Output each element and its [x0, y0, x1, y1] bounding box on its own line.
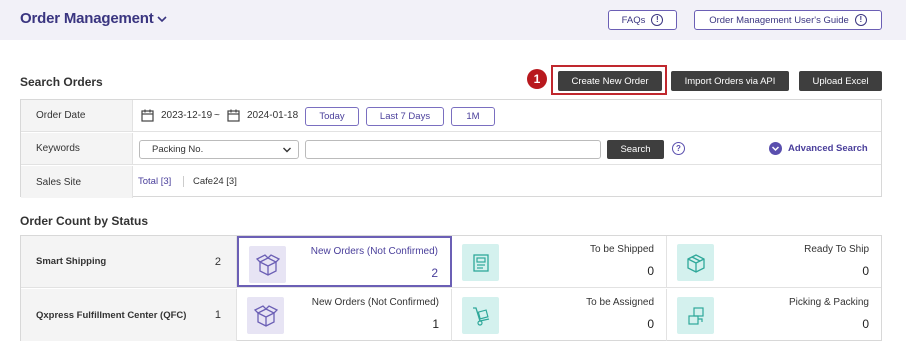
end-date[interactable]: 2024-01-18 — [247, 110, 298, 121]
calendar-icon[interactable] — [227, 109, 240, 122]
keywords-label: Keywords — [21, 133, 133, 164]
sales-site-total[interactable]: Total [3] — [138, 176, 171, 187]
user-guide-label: Order Management User's Guide — [709, 14, 849, 26]
page-header: Order Management FAQs ! Order Management… — [0, 0, 906, 40]
status-cell-new-orders[interactable]: New Orders (Not Confirmed) 1 — [237, 289, 452, 341]
status-row-label: Qxpress Fulfillment Center (QFC) 1 — [21, 289, 237, 341]
last-7-days-button[interactable]: Last 7 Days — [366, 107, 444, 126]
info-icon: ! — [651, 14, 664, 26]
advanced-search-toggle[interactable]: Advanced Search — [769, 142, 868, 155]
status-name: New Orders (Not Confirmed) — [310, 246, 438, 257]
status-count: 0 — [862, 317, 869, 331]
help-icon[interactable]: ? — [672, 142, 685, 155]
page-title: Order Management — [20, 10, 154, 27]
sales-site-row: Sales Site Total [3] Cafe24 [3] — [21, 166, 881, 198]
status-name: New Orders (Not Confirmed) — [311, 297, 439, 308]
status-row-qfc: Qxpress Fulfillment Center (QFC) 1 New O… — [21, 289, 881, 341]
package-icon — [677, 244, 714, 281]
order-date-label: Order Date — [21, 100, 133, 131]
status-cell-to-be-shipped[interactable]: To be Shipped 0 — [452, 236, 667, 287]
today-button[interactable]: Today — [305, 107, 359, 126]
open-box-icon — [249, 246, 286, 283]
order-date-row: Order Date 2023-12-19 ~ 2024-01-18 Today… — [21, 100, 881, 132]
one-month-button[interactable]: 1M — [451, 107, 495, 126]
status-count: 2 — [431, 266, 438, 280]
order-count-title: Order Count by Status — [20, 214, 149, 228]
status-count: 0 — [647, 317, 654, 331]
search-orders-title: Search Orders — [20, 75, 103, 89]
create-new-order-button[interactable]: Create New Order — [558, 71, 662, 91]
user-guide-button[interactable]: Order Management User's Guide ! — [694, 10, 882, 30]
status-name: Picking & Packing — [788, 297, 869, 308]
keyword-type-select[interactable]: Packing No. — [139, 140, 299, 159]
import-orders-api-button[interactable]: Import Orders via API — [671, 71, 789, 91]
status-row-label: Smart Shipping 2 — [21, 236, 237, 287]
status-name: To be Assigned — [586, 297, 654, 308]
status-cell-ready-to-ship[interactable]: Ready To Ship 0 — [667, 236, 881, 287]
status-cell-picking-packing[interactable]: Picking & Packing 0 — [667, 289, 881, 341]
status-row-smart-shipping: Smart Shipping 2 New Orders (Not Confirm… — [21, 236, 881, 288]
open-box-icon — [247, 297, 284, 334]
keyword-input[interactable] — [305, 140, 601, 159]
shipping-label-icon — [462, 244, 499, 281]
picking-boxes-icon — [677, 297, 714, 334]
status-name: Ready To Ship — [804, 244, 869, 255]
sales-site-label: Sales Site — [21, 166, 133, 198]
status-count: 0 — [647, 264, 654, 278]
step-badge: 1 — [527, 69, 547, 89]
search-button[interactable]: Search — [607, 140, 664, 159]
faqs-button[interactable]: FAQs ! — [608, 10, 677, 30]
sales-site-cafe24[interactable]: Cafe24 [3] — [193, 176, 237, 187]
keywords-row: Keywords Packing No. Search ? Advanced S… — [21, 133, 881, 165]
hand-truck-icon — [462, 297, 499, 334]
row-count: 1 — [214, 309, 221, 321]
status-cell-new-orders[interactable]: New Orders (Not Confirmed) 2 — [237, 236, 452, 287]
row-label-text: Qxpress Fulfillment Center (QFC) — [36, 309, 187, 321]
date-separator: ~ — [214, 110, 220, 121]
chevron-down-circle-icon — [769, 142, 782, 155]
status-name: To be Shipped — [590, 244, 654, 255]
faqs-label: FAQs — [621, 14, 646, 26]
status-count: 1 — [432, 317, 439, 331]
advanced-search-label: Advanced Search — [788, 143, 868, 154]
start-date[interactable]: 2023-12-19 — [161, 110, 212, 121]
keyword-type-value: Packing No. — [152, 144, 204, 155]
search-form: Order Date 2023-12-19 ~ 2024-01-18 Today… — [20, 99, 882, 198]
status-cell-to-be-assigned[interactable]: To be Assigned 0 — [452, 289, 667, 341]
divider — [183, 176, 184, 187]
upload-excel-button[interactable]: Upload Excel — [799, 71, 882, 91]
info-icon: ! — [854, 14, 867, 26]
row-count: 2 — [214, 255, 221, 268]
chevron-down-icon[interactable] — [156, 13, 168, 25]
status-table: Smart Shipping 2 New Orders (Not Confirm… — [20, 235, 882, 341]
chevron-down-icon — [283, 147, 291, 153]
status-count: 0 — [862, 264, 869, 278]
calendar-icon[interactable] — [141, 109, 154, 122]
row-label-text: Smart Shipping — [36, 256, 107, 267]
